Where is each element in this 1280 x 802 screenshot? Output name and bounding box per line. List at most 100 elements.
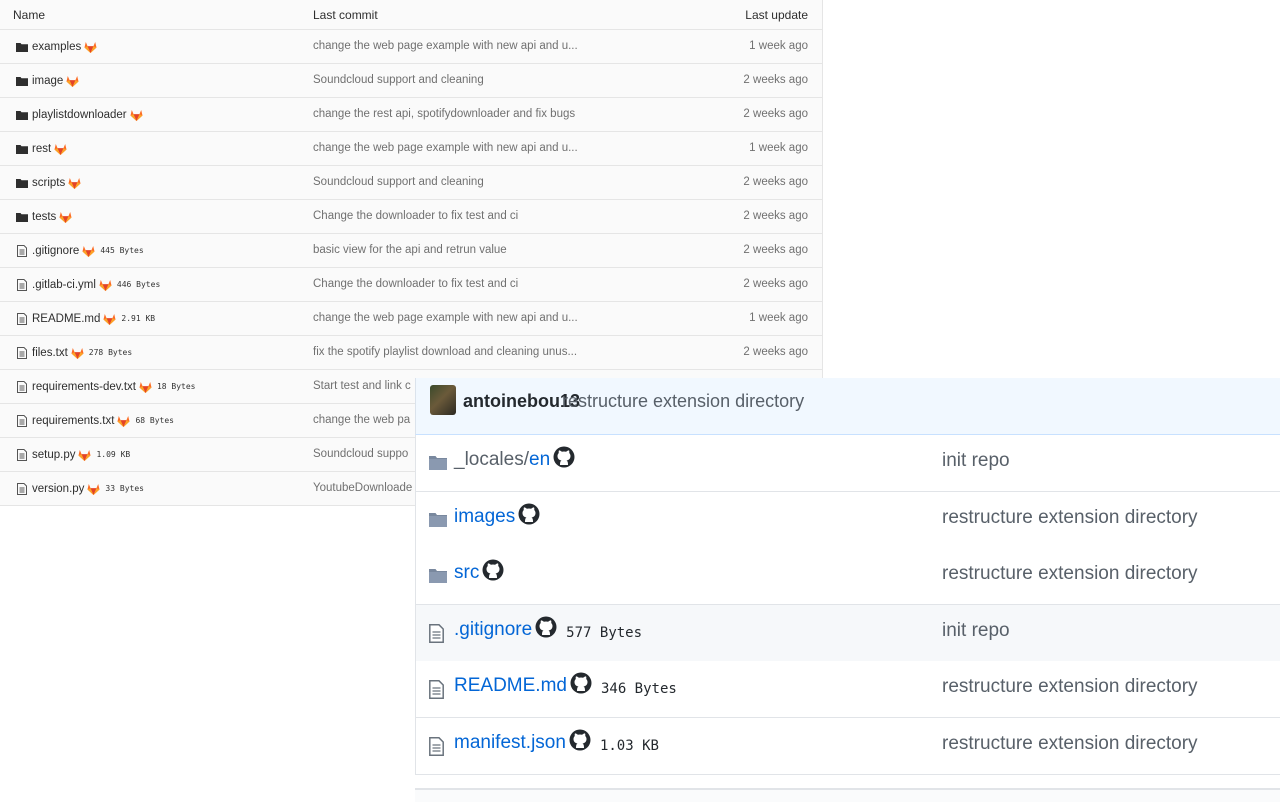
last-commit-message[interactable]: Change the downloader to fix test and ci [313, 268, 518, 301]
last-commit-message[interactable]: change the web page example with new api… [313, 132, 578, 165]
last-commit-message[interactable]: restructure extension directory [942, 507, 1198, 529]
file-icon [15, 312, 28, 325]
file-name-cell[interactable]: scripts [15, 166, 81, 199]
file-name-cell[interactable]: .gitignore 577 Bytes [454, 616, 643, 645]
file-icon [15, 414, 28, 427]
file-name-cell[interactable]: examples [15, 30, 97, 63]
gitlab-fox-icon [130, 109, 143, 121]
file-name-cell[interactable]: .gitlab-ci.yml 446 Bytes [15, 268, 160, 301]
gitlab-fox-icon [87, 483, 100, 495]
last-commit-message[interactable]: Soundcloud suppo [313, 438, 408, 471]
file-name-cell[interactable]: rest [15, 132, 67, 165]
last-commit-message[interactable]: restructure extension directory [942, 733, 1198, 755]
github-octocat-icon [535, 616, 557, 645]
table-row[interactable]: scripts Soundcloud support and cleaning 2 … [0, 166, 822, 200]
file-name-link[interactable]: manifest.json [454, 732, 566, 754]
file-name-link[interactable]: files.txt [32, 347, 68, 359]
table-row[interactable]: files.txt 278 Bytes fix the spotify playli… [0, 336, 822, 370]
file-name-cell[interactable]: README.md 2.91 KB [15, 302, 155, 335]
file-name-link[interactable]: version.py [32, 483, 84, 495]
column-last-commit-header: Last commit [313, 8, 378, 22]
table-row[interactable]: examples change the web page example with… [0, 30, 822, 64]
file-name-cell[interactable]: manifest.json 1.03 KB [454, 729, 659, 758]
last-commit-message[interactable]: init repo [942, 450, 1010, 472]
file-name-cell[interactable]: setup.py 1.09 KB [15, 438, 130, 471]
file-name-link[interactable]: src [454, 562, 479, 584]
table-row[interactable]: playlistdownloader change the rest api, s… [0, 98, 822, 132]
table-row[interactable]: manifest.json 1.03 KB restructure extensio… [415, 717, 1280, 775]
gitlab-fox-icon [99, 279, 112, 291]
last-commit-message[interactable]: Soundcloud support and cleaning [313, 166, 484, 199]
table-row[interactable]: .gitlab-ci.yml 446 Bytes Change the downlo… [0, 268, 822, 302]
file-name-cell[interactable]: src [454, 559, 504, 588]
file-name-cell[interactable]: README.md 346 Bytes [454, 672, 677, 701]
table-row[interactable]: README.md 346 Bytes restructure extension … [415, 661, 1280, 718]
file-name-link[interactable]: .gitignore [454, 619, 532, 641]
last-commit-message[interactable]: change the web page example with new api… [313, 30, 578, 63]
folder-icon [15, 74, 28, 87]
file-name-link[interactable]: .gitlab-ci.yml [32, 279, 96, 291]
folder-icon [429, 567, 447, 588]
file-name-link[interactable]: scripts [32, 177, 65, 189]
file-name-cell[interactable]: requirements-dev.txt 18 Bytes [15, 370, 196, 403]
file-name-cell[interactable]: tests [15, 200, 72, 233]
gitlab-fox-icon [54, 143, 67, 155]
file-size: 1.09 KB [96, 450, 131, 459]
commit-message[interactable]: restructure extension directory [562, 391, 804, 412]
file-name-link[interactable]: rest [32, 143, 51, 155]
table-row[interactable]: rest change the web page example with new… [0, 132, 822, 166]
file-name-link[interactable]: image [32, 75, 63, 87]
table-row[interactable]: _locales/en init repo [415, 435, 1280, 492]
file-name-cell[interactable]: images [454, 503, 540, 532]
last-commit-message[interactable]: Soundcloud support and cleaning [313, 64, 484, 97]
last-commit-message[interactable]: change the rest api, spotifydownloader a… [313, 98, 575, 131]
last-commit-message[interactable]: Start test and link c [313, 370, 411, 403]
last-commit-message[interactable]: YoutubeDownloade [313, 472, 412, 505]
file-name-link[interactable]: .gitignore [32, 245, 79, 257]
table-row[interactable]: .gitignore 577 Bytes init repo [415, 604, 1280, 662]
github-file-table: antoinebou13 restructure extension direc… [415, 378, 1280, 802]
file-name-cell[interactable]: files.txt 278 Bytes [15, 336, 132, 369]
last-commit-message[interactable]: restructure extension directory [942, 676, 1198, 698]
file-name-link[interactable]: en [529, 449, 550, 471]
table-row[interactable]: tests Change the downloader to fix test a… [0, 200, 822, 234]
file-name-cell[interactable]: .gitignore 445 Bytes [15, 234, 144, 267]
file-name-cell[interactable]: playlistdownloader [15, 98, 143, 131]
file-name-cell[interactable]: requirements.txt 68 Bytes [15, 404, 174, 437]
last-commit-message[interactable]: change the web page example with new api… [313, 302, 578, 335]
file-name-link[interactable]: setup.py [32, 449, 75, 461]
file-name-link[interactable]: images [454, 506, 515, 528]
last-commit-message[interactable]: basic view for the api and retrun value [313, 234, 507, 267]
file-name-link[interactable]: examples [32, 41, 81, 53]
table-row[interactable]: .gitignore 445 Bytes basic view for the ap… [0, 234, 822, 268]
file-icon [15, 278, 28, 291]
file-name-link[interactable]: requirements.txt [32, 415, 114, 427]
table-row[interactable]: README.md 2.91 KB change the web page exam… [0, 302, 822, 336]
github-octocat-icon [570, 672, 592, 701]
file-size: 577 Bytes [566, 624, 643, 641]
table-row[interactable]: images restructure extension directory [415, 491, 1280, 549]
gitlab-fox-icon [68, 177, 81, 189]
table-row[interactable]: image Soundcloud support and cleaning 2 we… [0, 64, 822, 98]
last-update-time: 2 weeks ago [743, 108, 808, 120]
gitlab-fox-icon [82, 245, 95, 257]
file-name-link[interactable]: requirements-dev.txt [32, 381, 136, 393]
last-commit-message[interactable]: init repo [942, 620, 1010, 642]
last-commit-message[interactable]: Change the downloader to fix test and ci [313, 200, 518, 233]
file-icon [15, 448, 28, 461]
last-update-time: 1 week ago [749, 142, 808, 154]
avatar[interactable] [430, 385, 456, 415]
last-commit-message[interactable]: fix the spotify playlist download and cl… [313, 336, 577, 369]
file-icon [15, 482, 28, 495]
last-commit-message[interactable]: restructure extension directory [942, 563, 1198, 585]
file-name-link[interactable]: README.md [454, 675, 567, 697]
table-row[interactable]: src restructure extension directory [415, 548, 1280, 605]
file-name-cell[interactable]: image [15, 64, 79, 97]
file-name-cell[interactable]: _locales/en [454, 446, 575, 475]
last-commit-message[interactable]: change the web pa [313, 404, 410, 437]
file-name-prefix[interactable]: _locales/ [454, 449, 529, 471]
file-name-cell[interactable]: version.py 33 Bytes [15, 472, 144, 505]
file-name-link[interactable]: playlistdownloader [32, 109, 127, 121]
file-name-link[interactable]: tests [32, 211, 56, 223]
file-name-link[interactable]: README.md [32, 313, 100, 325]
